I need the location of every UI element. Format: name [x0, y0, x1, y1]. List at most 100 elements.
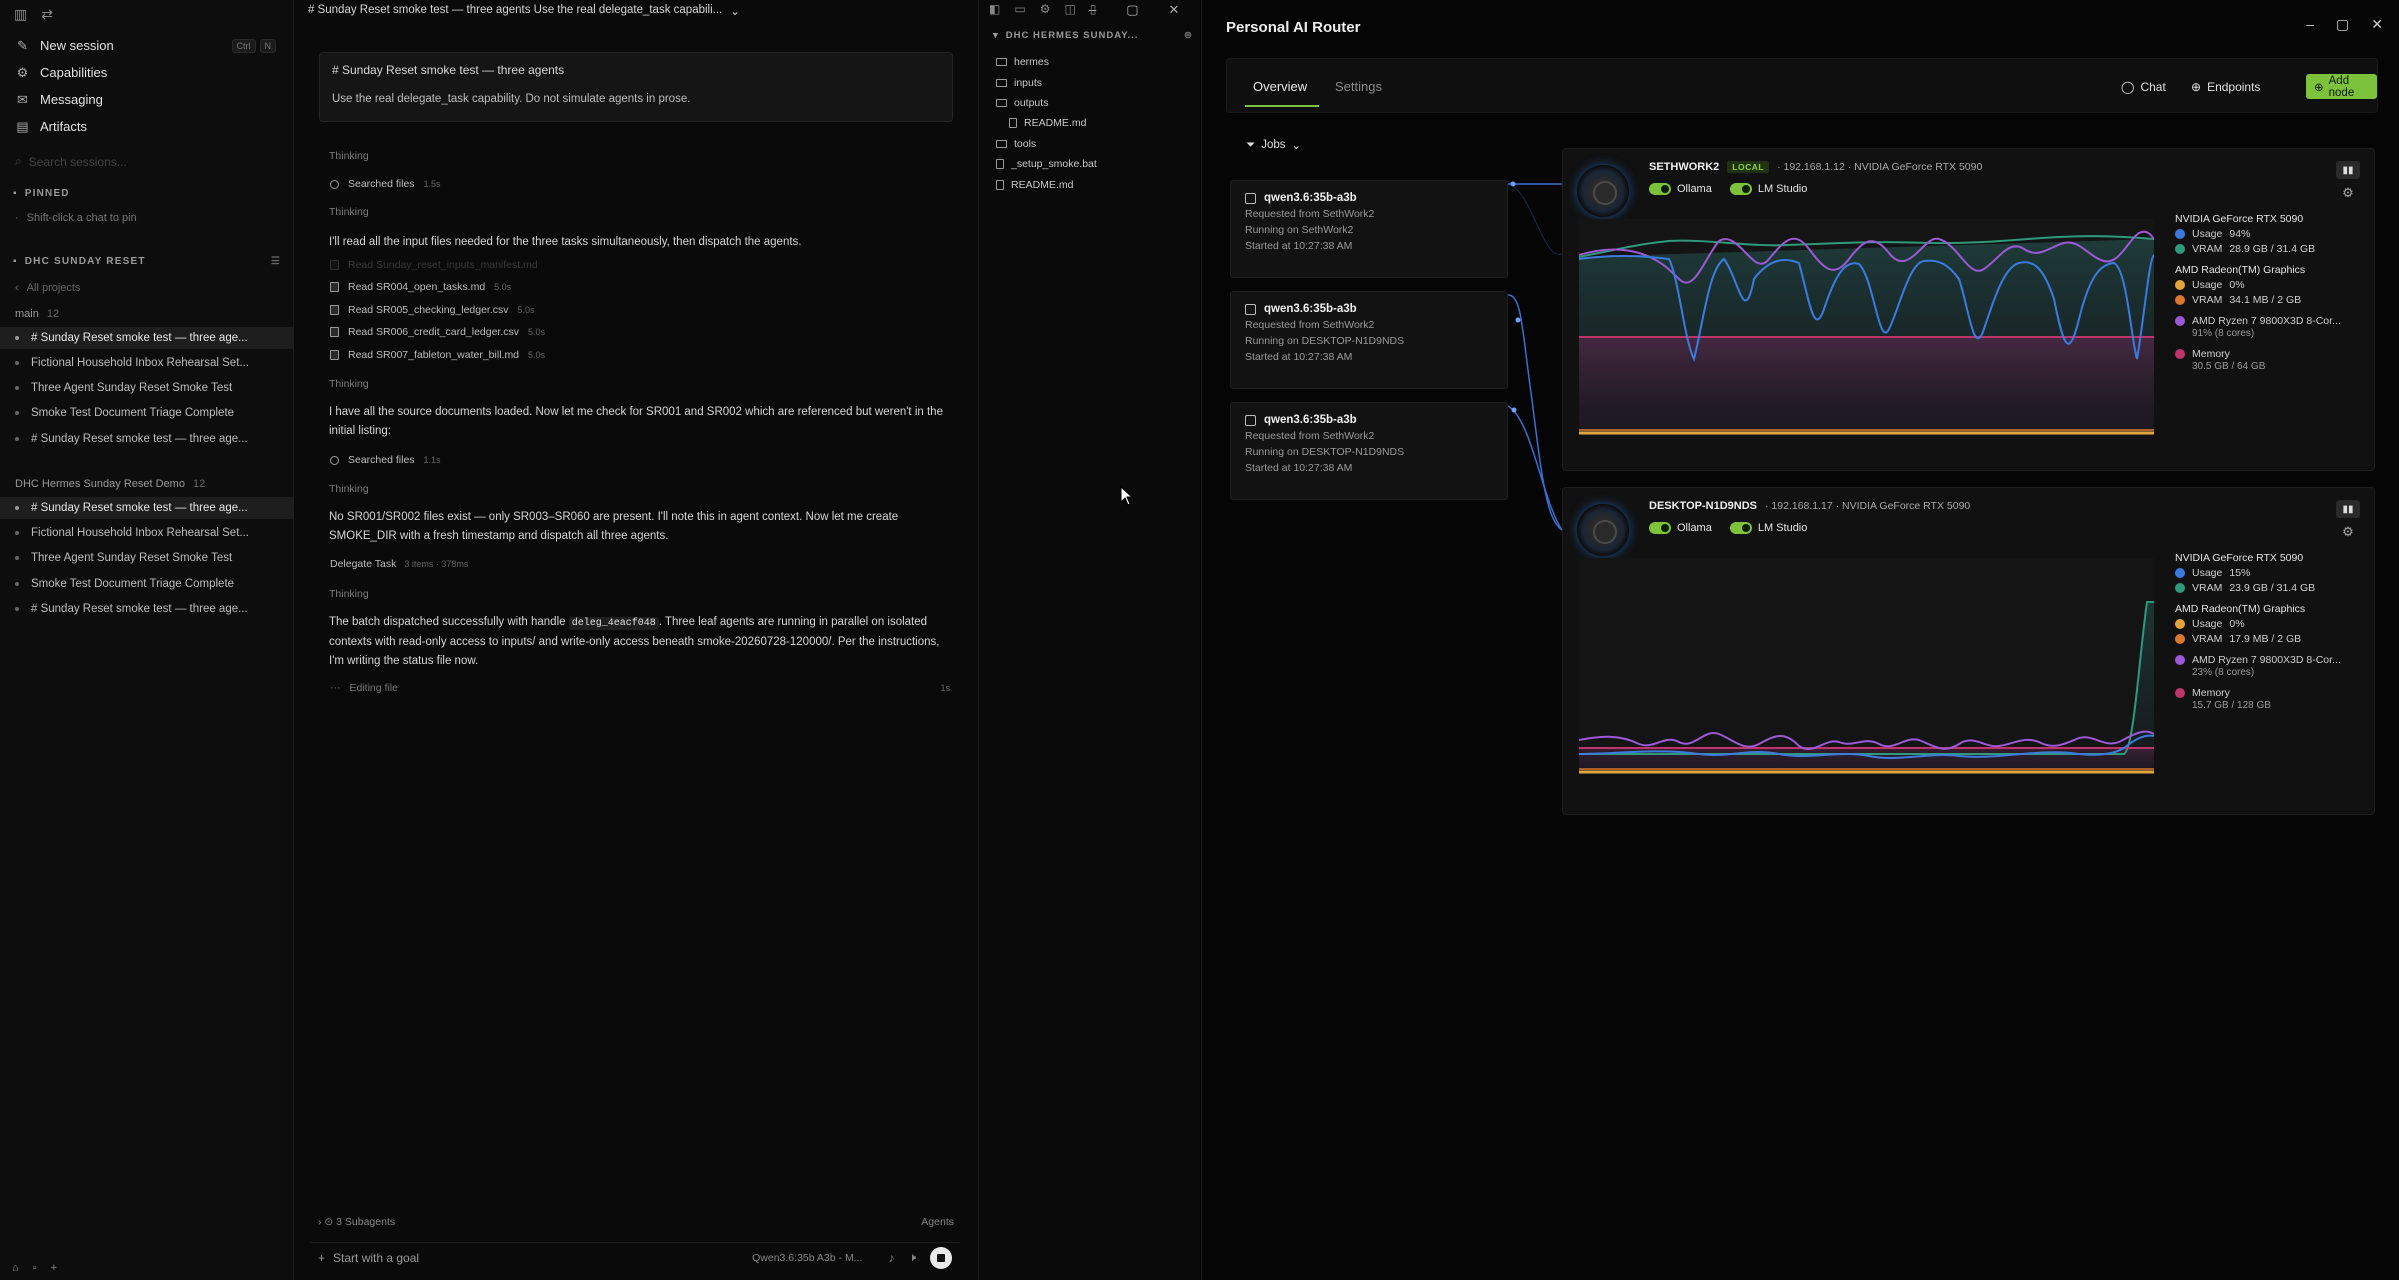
connection-dot: [1511, 407, 1517, 413]
voice-off-icon[interactable]: 🕨: [908, 1250, 916, 1265]
toggle-switch[interactable]: [1649, 183, 1671, 195]
tree-file[interactable]: _setup_smoke.bat: [996, 158, 1097, 170]
terminal-icon[interactable]: ▭: [1014, 2, 1025, 16]
sidebar-icon[interactable]: ◧: [989, 2, 1000, 16]
subagents-bar[interactable]: › ⊙ 3 Subagents Agents: [318, 1216, 954, 1228]
legend-label: Memory: [2192, 348, 2230, 360]
bar-chart-icon[interactable]: ▮▮: [2336, 161, 2360, 179]
thinking-label[interactable]: Thinking: [329, 588, 369, 600]
new-session-button[interactable]: ✎ New session Ctrl N: [0, 32, 294, 59]
search-step-icon: [330, 455, 339, 465]
tree-file[interactable]: README.md: [1009, 117, 1086, 129]
tree-folder[interactable]: tools: [996, 138, 1036, 150]
legend-row: VRAM 34.1 MB / 2 GB: [2175, 294, 2375, 306]
close-icon[interactable]: ✕: [1169, 2, 1180, 18]
messaging-nav-item[interactable]: ✉ Messaging: [0, 86, 294, 113]
add-icon[interactable]: +: [51, 1262, 57, 1274]
thinking-label[interactable]: Thinking: [329, 378, 369, 390]
lm-studio-toggle[interactable]: LM Studio: [1729, 522, 1807, 534]
editing-file-step[interactable]: ⋯ Editing file 1s: [330, 682, 950, 694]
microphone-icon[interactable]: ♪: [888, 1251, 894, 1265]
thinking-label[interactable]: Thinking: [329, 206, 369, 218]
group-main-header[interactable]: main 12: [15, 308, 59, 320]
composer[interactable]: + Start with a goal Qwen3.6:35b A3b - M.…: [310, 1242, 960, 1272]
gear-icon[interactable]: ⚙: [2342, 524, 2354, 540]
bar-chart-icon[interactable]: ▮▮: [2336, 500, 2360, 518]
read-step-label: Read SR006_credit_card_ledger.csv: [348, 326, 520, 338]
gear-icon[interactable]: ⚙: [2342, 185, 2354, 201]
stop-button[interactable]: [930, 1246, 952, 1269]
session-item[interactable]: Fictional Household Inbox Rehearsal Set.…: [0, 352, 294, 374]
maximize-icon[interactable]: ▢: [1126, 2, 1138, 18]
session-item[interactable]: # Sunday Reset smoke test — three age...: [0, 598, 294, 620]
session-item[interactable]: Smoke Test Document Triage Complete: [0, 402, 294, 424]
job-requested: Requested from SethWork2: [1245, 430, 1375, 442]
session-search[interactable]: ⌕ Search sessions...: [15, 154, 277, 169]
delegate-task-step[interactable]: Delegate Task 3 items · 378ms: [330, 558, 468, 570]
subagents-toggle[interactable]: › ⊙ 3 Subagents: [318, 1216, 395, 1228]
messaging-label: Messaging: [40, 92, 103, 107]
session-title: Smoke Test Document Triage Complete: [31, 407, 235, 419]
toggle-switch[interactable]: [1649, 522, 1671, 534]
toggle-switch[interactable]: [1729, 183, 1752, 195]
artifacts-nav-item[interactable]: ▤ Artifacts: [0, 113, 294, 140]
session-item[interactable]: # Sunday Reset smoke test — three age...: [0, 428, 294, 450]
agents-label[interactable]: Agents: [921, 1216, 954, 1228]
legend-label: Usage: [2192, 228, 2223, 240]
tree-file[interactable]: README.md: [996, 179, 1073, 191]
session-item[interactable]: Three Agent Sunday Reset Smoke Test: [0, 377, 294, 399]
legend-row: AMD Ryzen 7 9800X3D 8-Cor...: [2175, 654, 2375, 666]
node-actions: ▮▮ ⚙: [2336, 161, 2360, 201]
job-card[interactable]: qwen3.6:35b-a3b Requested from SethWork2…: [1230, 402, 1508, 500]
ollama-toggle[interactable]: Ollama: [1649, 183, 1712, 195]
session-item[interactable]: # Sunday Reset smoke test — three age...: [0, 497, 294, 519]
read-step[interactable]: Read SR005_checking_ledger.csv 5.0s: [330, 304, 535, 316]
job-card[interactable]: qwen3.6:35b-a3b Requested from SethWork2…: [1230, 291, 1508, 389]
tree-folder[interactable]: inputs: [996, 77, 1042, 89]
home-icon[interactable]: ⌂: [12, 1262, 19, 1274]
read-step[interactable]: Read SR006_credit_card_ledger.csv 5.0s: [330, 326, 545, 338]
sidebar-toggle-icon[interactable]: ▥: [14, 6, 27, 23]
capabilities-nav-item[interactable]: ⚙ Capabilities: [0, 59, 294, 86]
group-main-count: 12: [46, 308, 60, 320]
node-actions: ▮▮ ⚙: [2336, 500, 2360, 540]
read-step[interactable]: Read SR007_fableton_water_bill.md 5.0s: [330, 349, 545, 361]
tree-folder[interactable]: outputs: [996, 97, 1048, 109]
all-projects-link[interactable]: ‹ All projects: [15, 282, 80, 294]
settings-icon[interactable]: ⚙: [1040, 2, 1051, 16]
searched-files-label: Searched files: [348, 178, 415, 190]
model-chip-icon: [1245, 303, 1256, 315]
split-icon[interactable]: ◫: [1064, 2, 1075, 16]
minimize-icon[interactable]: –: [1089, 2, 1096, 18]
ollama-toggle[interactable]: Ollama: [1649, 522, 1712, 534]
pinned-hint: · Shift-click a chat to pin: [15, 212, 137, 224]
project-menu-icon[interactable]: ☰: [271, 256, 281, 267]
thinking-label[interactable]: Thinking: [329, 483, 369, 495]
lm-studio-toggle[interactable]: LM Studio: [1729, 183, 1807, 195]
group-demo-header[interactable]: DHC Hermes Sunday Reset Demo 12: [15, 478, 205, 490]
composer-input[interactable]: Start with a goal: [333, 1251, 419, 1265]
searched-files-step[interactable]: Searched files 1.1s: [330, 454, 441, 466]
thinking-label[interactable]: Thinking: [329, 150, 369, 162]
toggle-switch[interactable]: [1729, 522, 1752, 534]
session-item[interactable]: Smoke Test Document Triage Complete: [0, 573, 294, 595]
group-demo-count: 12: [192, 478, 206, 490]
model-selector[interactable]: Qwen3.6:35b A3b - M...: [752, 1252, 862, 1264]
swap-icon[interactable]: ⇄: [41, 6, 53, 23]
plus-icon[interactable]: +: [318, 1251, 325, 1265]
session-item[interactable]: Three Agent Sunday Reset Smoke Test: [0, 547, 294, 569]
tree-folder[interactable]: hermes: [996, 56, 1049, 68]
read-step[interactable]: Read SR004_open_tasks.md 5.0s: [330, 281, 511, 293]
searched-files-time: 1.1s: [423, 455, 441, 465]
legend-label: AMD Ryzen 7 9800X3D 8-Cor...: [2192, 654, 2341, 666]
chat-title[interactable]: # Sunday Reset smoke test — three agents…: [308, 4, 740, 18]
session-item[interactable]: Fictional Household Inbox Rehearsal Set.…: [0, 522, 294, 544]
session-item[interactable]: # Sunday Reset smoke test — three age...: [0, 327, 294, 349]
workspace-icon[interactable]: ▫: [33, 1262, 37, 1274]
searched-files-step[interactable]: Searched files 1.5s: [330, 178, 441, 190]
node-legend: NVIDIA GeForce RTX 5090 Usage 15% VRAM 23.…: [2175, 552, 2375, 711]
node-header: DESKTOP-N1D9NDS · 192.168.1.17 · NVIDIA …: [1649, 500, 1970, 512]
job-card[interactable]: qwen3.6:35b-a3b Requested from SethWork2…: [1230, 180, 1508, 278]
backend-toggles: Ollama LM Studio: [1649, 522, 1807, 534]
refresh-icon[interactable]: ⊜: [1184, 30, 1193, 41]
